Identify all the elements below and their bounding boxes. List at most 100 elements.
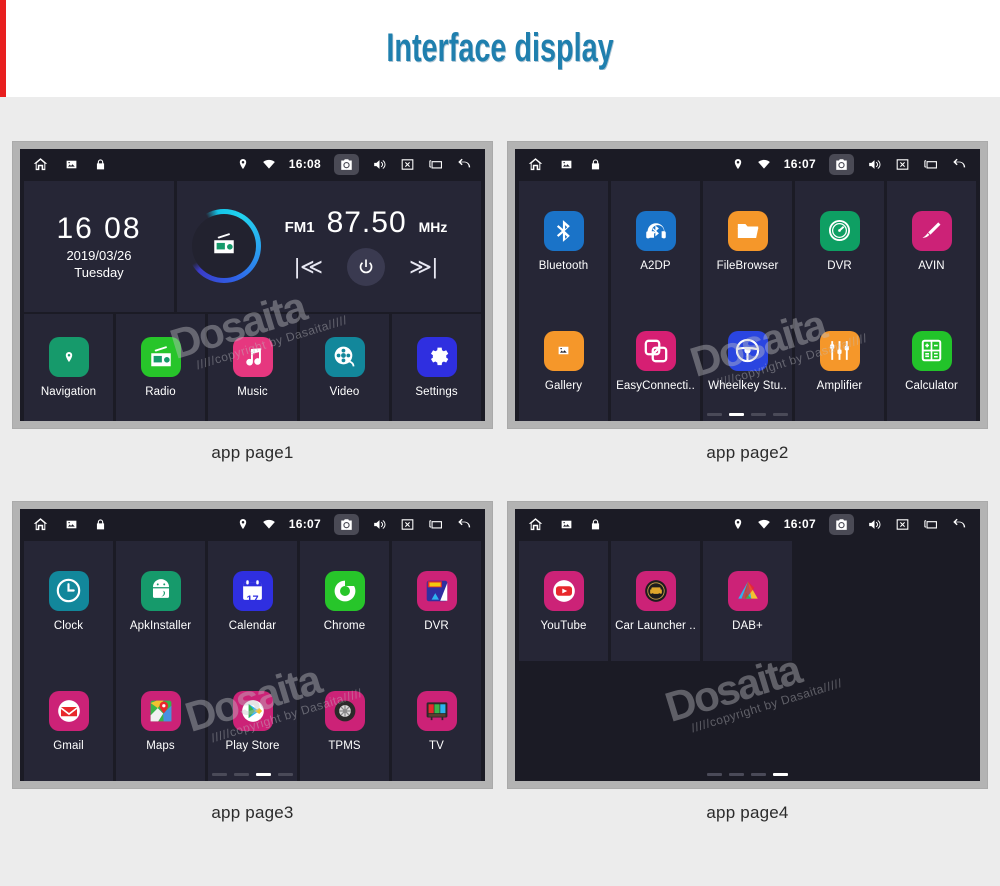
app-tile[interactable]: Music [208, 313, 297, 421]
home-icon[interactable] [527, 516, 544, 533]
recents-icon[interactable] [428, 517, 443, 532]
close-box-icon[interactable] [400, 157, 415, 172]
volume-icon[interactable] [372, 517, 387, 532]
image-icon[interactable] [543, 330, 584, 371]
app-tile[interactable]: DVR [795, 181, 884, 301]
calendar-icon[interactable]: 17 [232, 570, 273, 611]
steering-wheel-icon[interactable] [727, 330, 768, 371]
page-indicator-dot[interactable] [234, 773, 249, 776]
clock-icon[interactable] [48, 570, 89, 611]
app-tile[interactable]: Calculator [887, 301, 976, 421]
close-box-icon[interactable] [400, 517, 415, 532]
app-tile[interactable]: EasyConnecti.. [611, 301, 700, 421]
page-indicator-dot[interactable] [707, 413, 722, 416]
recents-icon[interactable] [428, 157, 443, 172]
image-icon[interactable] [65, 158, 78, 171]
page-indicator-dot[interactable] [707, 773, 722, 776]
app-tile[interactable]: Chrome [300, 541, 389, 661]
radio-widget[interactable]: FM1 87.50 MHz |≪ ≫| [177, 181, 481, 312]
camera-icon[interactable] [829, 513, 854, 535]
film-reel-icon[interactable] [324, 336, 365, 377]
image-icon[interactable] [65, 518, 78, 531]
app-tile[interactable]: YouTube [519, 541, 608, 661]
volume-icon[interactable] [372, 157, 387, 172]
app-tile[interactable]: Amplifier [795, 301, 884, 421]
app-tile[interactable]: Video [300, 313, 389, 421]
dab-icon[interactable] [727, 570, 768, 611]
app-tile[interactable]: TPMS [300, 661, 389, 781]
radio-power-button[interactable] [347, 248, 385, 287]
close-box-icon[interactable] [895, 517, 910, 532]
radio-dial[interactable] [187, 209, 261, 284]
back-arrow-icon[interactable] [951, 516, 968, 533]
app-tile[interactable]: FileBrowser [703, 181, 792, 301]
gauge-icon[interactable] [819, 210, 860, 251]
clock-widget[interactable]: 16 08 2019/03/26 Tuesday [24, 181, 174, 312]
music-note-icon[interactable] [232, 336, 273, 377]
gmail-icon[interactable] [48, 690, 89, 731]
lock-icon[interactable] [589, 518, 602, 531]
app-tile[interactable]: Gallery [519, 301, 608, 421]
app-tile[interactable]: Maps [116, 661, 205, 781]
location-pin-icon[interactable] [48, 336, 89, 377]
recents-icon[interactable] [923, 517, 938, 532]
chrome-icon[interactable] [324, 570, 365, 611]
back-arrow-icon[interactable] [456, 516, 473, 533]
maps-icon[interactable] [140, 690, 181, 731]
page-indicator-dot[interactable] [729, 413, 744, 416]
equalizer-icon[interactable] [819, 330, 860, 371]
page-indicator-dot[interactable] [773, 413, 788, 416]
home-icon[interactable] [527, 156, 544, 173]
home-icon[interactable] [32, 156, 49, 173]
volume-icon[interactable] [867, 157, 882, 172]
page-indicator-dot[interactable] [729, 773, 744, 776]
gear-icon[interactable] [416, 336, 457, 377]
calculator-icon[interactable] [911, 330, 952, 371]
headset-bt-icon[interactable] [635, 210, 676, 251]
folder-icon[interactable] [727, 210, 768, 251]
image-icon[interactable] [560, 518, 573, 531]
tire-icon[interactable] [324, 690, 365, 731]
app-tile[interactable]: DVR [392, 541, 481, 661]
camera-icon[interactable] [334, 153, 359, 175]
app-tile[interactable]: Radio [116, 313, 205, 421]
bluetooth-icon[interactable] [543, 210, 584, 251]
page-indicator-dot[interactable] [278, 773, 293, 776]
radio-next-button[interactable]: ≫| [409, 256, 438, 278]
radio-prev-button[interactable]: |≪ [294, 256, 323, 278]
app-tile[interactable]: Play Store [208, 661, 297, 781]
back-arrow-icon[interactable] [456, 156, 473, 173]
app-tile[interactable]: Gmail [24, 661, 113, 781]
app-tile[interactable]: Car Launcher .. [611, 541, 700, 661]
app-tile[interactable]: DAB+ [703, 541, 792, 661]
page-indicator-dot[interactable] [751, 413, 766, 416]
image-icon[interactable] [560, 158, 573, 171]
app-tile[interactable]: AVIN [887, 181, 976, 301]
app-tile[interactable]: ApkInstaller [116, 541, 205, 661]
camera-icon[interactable] [829, 153, 854, 175]
car-launcher-icon[interactable] [635, 570, 676, 611]
screen-mirror-icon[interactable] [635, 330, 676, 371]
plug-cable-icon[interactable] [911, 210, 952, 251]
app-tile[interactable]: A2DP [611, 181, 700, 301]
recents-icon[interactable] [923, 157, 938, 172]
app-tile[interactable]: Clock [24, 541, 113, 661]
app-tile[interactable]: TV [392, 661, 481, 781]
lock-icon[interactable] [94, 518, 107, 531]
rec-icon[interactable] [416, 570, 457, 611]
app-tile[interactable]: 17 Calendar [208, 541, 297, 661]
back-arrow-icon[interactable] [951, 156, 968, 173]
android-icon[interactable] [140, 570, 181, 611]
close-box-icon[interactable] [895, 157, 910, 172]
app-tile[interactable]: Bluetooth [519, 181, 608, 301]
home-icon[interactable] [32, 516, 49, 533]
lock-icon[interactable] [589, 158, 602, 171]
tv-icon[interactable] [416, 690, 457, 731]
app-tile[interactable]: Navigation [24, 313, 113, 421]
radio-icon[interactable] [140, 336, 181, 377]
play-store-icon[interactable] [232, 690, 273, 731]
page-indicator-dot[interactable] [751, 773, 766, 776]
lock-icon[interactable] [94, 158, 107, 171]
page-indicator-dot[interactable] [212, 773, 227, 776]
camera-icon[interactable] [334, 513, 359, 535]
